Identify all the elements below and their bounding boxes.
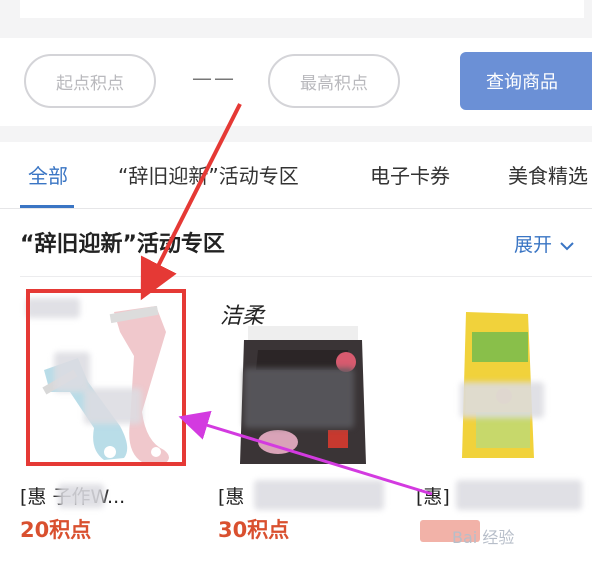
product-points-1: 20积点 [20,518,92,542]
blurred-name-part [254,480,384,510]
watermark: Bai 经验 [452,528,515,547]
max-points-input[interactable]: 最高积点 [268,54,400,108]
blurred-name-part [456,480,582,510]
brand-mark: 洁柔 [220,304,265,329]
section-divider [20,276,592,277]
tab-all[interactable]: 全部 [28,160,68,189]
product-points-2: 30积点 [218,518,290,542]
chevron-down-icon [560,241,574,250]
range-separator: —— [192,66,236,90]
blurred-region [460,382,544,418]
tab-e-vouchers[interactable]: 电子卡券 [370,160,450,189]
expand-label: 展开 [514,234,553,256]
top-card [20,0,584,18]
query-products-button[interactable]: 查询商品 [460,52,592,110]
min-points-input[interactable]: 起点积点 [24,54,156,108]
active-tab-indicator [20,205,74,208]
section-title: “辞旧迎新”活动专区 [20,232,225,257]
tab-food-selection[interactable]: 美食精选 [508,160,588,189]
product-name-2[interactable]: [惠 [218,482,244,509]
product-image-rice[interactable] [416,292,576,464]
max-points-placeholder: 最高积点 [300,73,368,94]
section-gap [0,126,592,142]
product-image-tissue[interactable]: 洁柔 [218,292,378,464]
blurred-region [244,368,354,428]
blurred-name-part [58,484,104,508]
rice-bag-image [416,292,576,464]
highlight-box [26,289,186,466]
expand-button[interactable]: 展开 [514,230,574,257]
min-points-placeholder: 起点积点 [56,73,124,94]
tab-new-year-event[interactable]: “辞旧迎新”活动专区 [118,160,299,189]
product-name-3[interactable]: [惠] [416,482,450,509]
